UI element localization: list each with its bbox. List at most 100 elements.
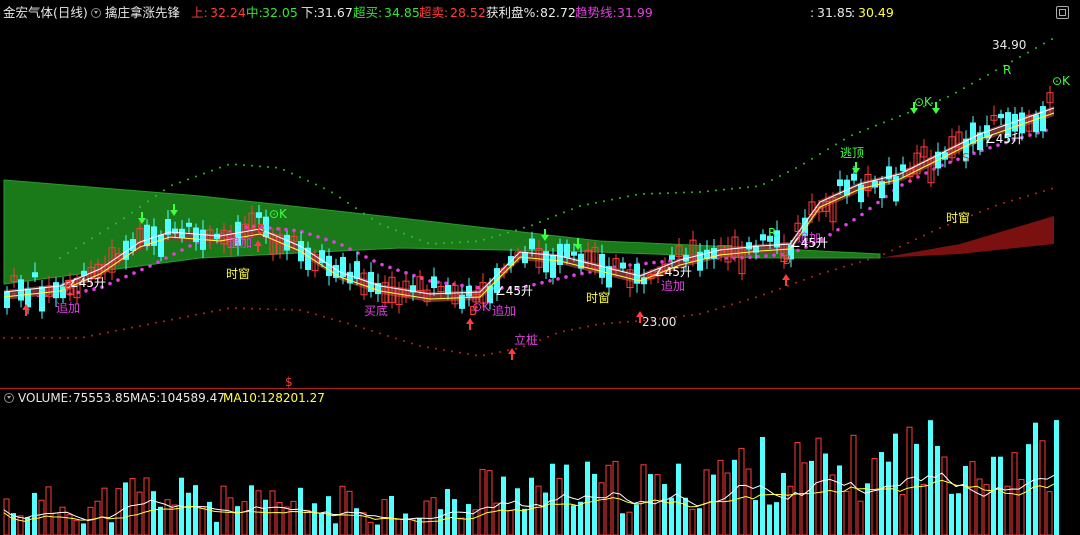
upper-dot [899, 115, 901, 117]
right-colon-2: : [851, 5, 856, 20]
volume-bar-up [129, 478, 136, 535]
upper-dot [827, 148, 829, 151]
upper-label: 上: [191, 5, 208, 20]
volume-bar-down [809, 460, 814, 535]
candle-body-down [669, 255, 675, 260]
b-marker-3: B [469, 304, 478, 318]
upper-dot [763, 183, 765, 185]
candle-body-down [837, 179, 843, 187]
lower-dot [27, 337, 29, 339]
volume-bar-up [724, 472, 731, 535]
volume-bar-down [592, 473, 597, 535]
trend-dot [748, 255, 752, 259]
lower-dot [611, 322, 613, 325]
lower-dot [1051, 187, 1053, 190]
trend-dot [348, 247, 352, 251]
trend-dot [372, 259, 376, 263]
upper-dot [667, 192, 669, 195]
lower-dot [683, 314, 685, 317]
volume-bar-down [998, 456, 1003, 535]
volume-bar-down [109, 522, 114, 535]
up-arrow [782, 274, 790, 286]
ma10-value: 128201.27 [260, 391, 325, 405]
volume-bar-up [654, 474, 661, 535]
volume-chart-panel[interactable] [0, 406, 1080, 535]
upper-dot [275, 166, 277, 169]
upper-dot [595, 201, 597, 204]
upper-dot [739, 187, 741, 189]
panel-divider [0, 388, 1080, 389]
volume-bar-up [52, 512, 59, 535]
lower-dot [51, 337, 53, 339]
indicator-name[interactable]: 擒庄拿涨先锋 [105, 6, 180, 20]
trend-dot [540, 280, 544, 285]
angle-45-3: ∠45升 [654, 265, 693, 279]
upper-dot [187, 178, 189, 181]
upper-dot [115, 222, 117, 225]
volume-bar-up [815, 437, 822, 535]
lower-dot [347, 322, 349, 325]
trend-dot [340, 243, 344, 247]
upper-dot [787, 171, 789, 173]
volume-bar-up [59, 506, 66, 535]
upper-dot [627, 195, 629, 198]
lower-dot [779, 287, 781, 290]
upper-dot [459, 241, 461, 244]
candle-body-down [459, 294, 465, 309]
upper-dot [195, 175, 197, 178]
lower-dot [555, 332, 557, 335]
lower-dot [587, 325, 589, 328]
lower-dot [99, 333, 101, 335]
volume-bar-down [417, 518, 422, 535]
lower-dot [875, 256, 877, 259]
lower-dot [515, 347, 517, 350]
upper-dot [1027, 51, 1029, 54]
lower-dot [803, 278, 805, 281]
upper-dot [435, 242, 437, 245]
window-toggle-icon[interactable] [1056, 6, 1069, 19]
period-label: (日线) [53, 5, 88, 20]
lower-value: 31.67 [317, 5, 353, 20]
upper-dot [427, 242, 429, 245]
trend-dot [988, 145, 992, 150]
lower-dot [387, 334, 389, 337]
volume-bar-down [928, 420, 933, 535]
upper-dot [75, 247, 77, 250]
lower-dot [699, 313, 701, 315]
upper-dot [107, 227, 109, 230]
overbought-value: 34.85 [384, 5, 420, 20]
signal-stake: 立桩 [514, 333, 539, 347]
lower-dot [827, 270, 829, 273]
trend-dot [164, 256, 168, 260]
lower-dot [923, 234, 925, 237]
volume-bar-down [886, 461, 891, 535]
upper-dot [331, 191, 333, 194]
upper-dot [307, 179, 309, 182]
volume-bar-up [3, 498, 10, 535]
lower-dot [899, 245, 901, 248]
volume-bar-down [550, 463, 555, 535]
lower-dot [251, 307, 253, 310]
upper-dot [467, 240, 469, 243]
trend-dot [660, 260, 664, 264]
volume-menu-icon[interactable] [4, 393, 14, 403]
indicator-menu-icon[interactable] [91, 8, 101, 18]
upper-dot [547, 217, 549, 220]
volume-bar-down [837, 465, 842, 535]
volume-bar-up [87, 506, 94, 535]
candle-body-down [1033, 114, 1039, 133]
trend-dot [332, 240, 336, 244]
candle-body-down [53, 282, 59, 299]
upper-dot [507, 231, 509, 234]
r-marker-2: R [1003, 63, 1012, 77]
lower-dot [987, 207, 989, 210]
upper-dot [707, 190, 709, 193]
upper-dot [987, 73, 989, 76]
lower-dot [483, 354, 485, 357]
price-chart-panel[interactable]: 34.90 23.00 追加 追加 时窗 买底 追加 立桩 时窗 追加 追加 逃… [0, 26, 1080, 389]
candle-body-down [186, 222, 192, 227]
lower-dot [395, 337, 397, 340]
volume-bar-down [543, 492, 548, 535]
upper-dot [563, 211, 565, 214]
lower-dot [547, 335, 549, 338]
